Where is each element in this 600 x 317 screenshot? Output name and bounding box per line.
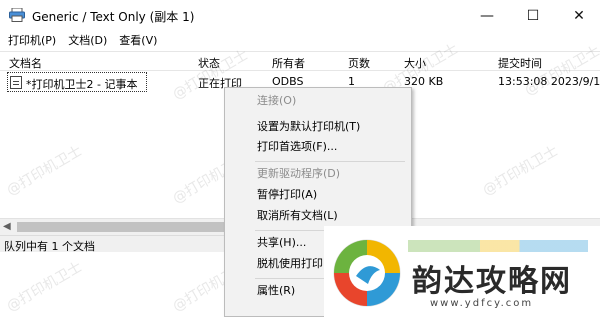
ctx-printing-preferences[interactable]: 打印首选项(F)...: [257, 137, 337, 157]
column-header-docname[interactable]: 文档名: [9, 55, 42, 71]
ctx-set-default-printer[interactable]: 设置为默认打印机(T): [257, 117, 360, 137]
job-name-cell[interactable]: *打印机卫士2 - 记事本: [7, 72, 147, 92]
job-submitted: 13:53:08 2023/9/1: [498, 75, 600, 88]
brand-name: 韵达攻略网: [412, 264, 572, 299]
scrollbar-thumb[interactable]: [17, 222, 227, 232]
menu-divider: [255, 161, 405, 162]
window-title: Generic / Text Only (副本 1): [32, 10, 195, 24]
brand-url: www.ydfcy.com: [430, 298, 534, 309]
menu-document[interactable]: 文档(D): [62, 31, 113, 51]
ctx-connect: 连接(O): [257, 94, 297, 107]
column-header-status[interactable]: 状态: [198, 55, 220, 71]
brand-logo-icon: [333, 239, 401, 307]
brand-decoration: [408, 240, 588, 252]
ctx-properties[interactable]: 属性(R): [257, 281, 295, 301]
column-header-size[interactable]: 大小: [404, 55, 426, 71]
ctx-use-printer-offline[interactable]: 脱机使用打印: [257, 254, 323, 274]
column-header-submitted[interactable]: 提交时间: [498, 55, 542, 71]
ctx-cancel-all-documents[interactable]: 取消所有文档(L): [257, 206, 338, 226]
maximize-icon: ☐: [526, 7, 540, 24]
job-name: *打印机卫士2 - 记事本: [26, 78, 138, 91]
close-icon: ✕: [573, 7, 585, 24]
ctx-sharing[interactable]: 共享(H)...: [257, 233, 306, 253]
chevron-left-icon[interactable]: ◀: [3, 221, 11, 232]
menu-bar: 打印机(P) 文档(D) 查看(V): [0, 31, 600, 51]
column-header-row: 文档名 状态 所有者 页数 大小 提交时间: [0, 51, 600, 71]
minimize-button[interactable]: —: [464, 0, 510, 31]
maximize-button[interactable]: ☐: [510, 0, 556, 31]
title-bar: Generic / Text Only (副本 1) — ☐ ✕: [0, 0, 600, 31]
menu-view[interactable]: 查看(V): [113, 31, 163, 51]
ctx-pause-printing[interactable]: 暂停打印(A): [257, 185, 317, 205]
document-icon: [10, 76, 22, 89]
column-header-owner[interactable]: 所有者: [272, 55, 305, 71]
menu-printer[interactable]: 打印机(P): [0, 31, 62, 51]
column-header-pages[interactable]: 页数: [348, 55, 370, 71]
ctx-update-driver: 更新驱动程序(D): [257, 167, 341, 180]
minimize-icon: —: [480, 7, 494, 24]
brand-banner: 韵达攻略网 www.ydfcy.com: [324, 226, 600, 317]
close-button[interactable]: ✕: [556, 0, 600, 31]
printer-icon: [9, 8, 25, 22]
